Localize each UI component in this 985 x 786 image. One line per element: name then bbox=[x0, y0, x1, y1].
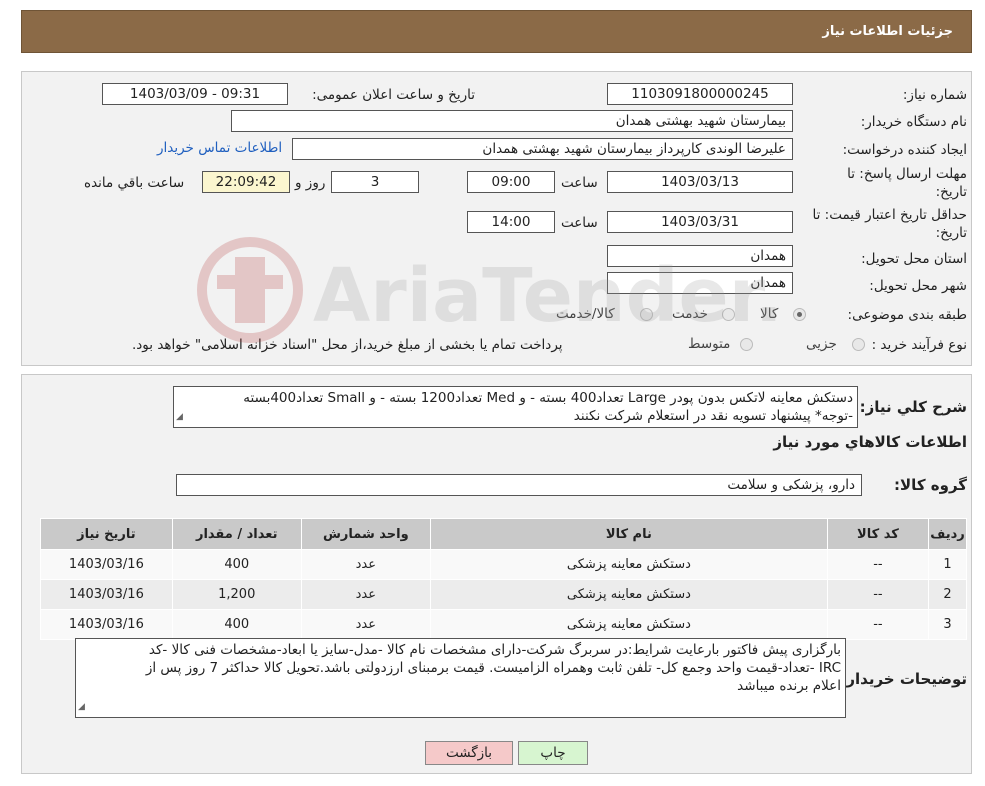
item-code: -- bbox=[826, 579, 930, 610]
item-name: دستکش معاینه پزشکی bbox=[429, 579, 828, 610]
category-label: طبقه بندی موضوعی: bbox=[847, 307, 967, 323]
validity-time-label: ساعت bbox=[561, 215, 598, 231]
item-need-date: 1403/03/16 bbox=[40, 609, 173, 640]
time-remaining-label: ساعت باقي مانده bbox=[84, 175, 185, 191]
col-name: نام کالا bbox=[429, 518, 828, 550]
buyer-notes-label: توضیحات خریدار: bbox=[840, 670, 967, 688]
page-title: جزئیات اطلاعات نیاز bbox=[822, 24, 953, 39]
process-option-medium: متوسط bbox=[688, 336, 731, 352]
table-row: 1 -- دستکش معاینه پزشکی عدد 400 1403/03/… bbox=[40, 549, 967, 580]
buyer-contact-link[interactable]: اطلاعات تماس خریدار bbox=[157, 140, 282, 156]
days-remaining-field: 3 bbox=[331, 171, 419, 193]
item-unit: عدد bbox=[300, 549, 431, 580]
days-label: روز و bbox=[295, 175, 326, 191]
category-option-service: خدمت bbox=[672, 306, 708, 322]
city-label: شهر محل تحویل: bbox=[869, 278, 967, 294]
process-label: نوع فرآیند خرید : bbox=[871, 337, 967, 353]
buyer-notes-line-3: اعلام برنده میباشد bbox=[737, 678, 841, 694]
back-button[interactable]: بازگشت bbox=[425, 741, 513, 765]
resize-grip-icon[interactable]: ◢ bbox=[176, 408, 183, 426]
process-option-minor: جزیی bbox=[806, 336, 837, 352]
validity-label: حداقل تاریخ اعتبار قیمت: تا bbox=[812, 207, 967, 223]
need-number-field: 1103091800000245 bbox=[607, 83, 793, 105]
need-description-label: شرح کلي نياز: bbox=[859, 398, 967, 416]
table-row: 2 -- دستکش معاینه پزشکی عدد 1,200 1403/0… bbox=[40, 579, 967, 610]
col-need-date: تاریخ نیاز bbox=[40, 518, 173, 550]
item-need-date: 1403/03/16 bbox=[40, 549, 173, 580]
need-number-label: شماره نیاز: bbox=[902, 87, 967, 103]
col-row: ردیف bbox=[928, 518, 967, 550]
process-payment-note: پرداخت تمام یا بخشی از مبلغ خرید،از محل … bbox=[132, 337, 563, 353]
goods-table: ردیف کد کالا نام کالا واحد شمارش تعداد /… bbox=[40, 518, 967, 640]
resize-grip-icon[interactable]: ◢ bbox=[78, 698, 85, 716]
creator-field: علیرضا الوندی کارپرداز بیمارستان شهید به… bbox=[292, 138, 793, 160]
buyer-notes-field: بارگزاری پیش فاکتور بارعایت شرایط:در سرب… bbox=[75, 638, 846, 718]
category-radio-goods-service[interactable] bbox=[640, 308, 653, 321]
process-radio-minor[interactable] bbox=[852, 338, 865, 351]
col-code: کد کالا bbox=[826, 518, 930, 550]
item-quantity: 1,200 bbox=[171, 579, 302, 610]
deadline-label: مهلت ارسال پاسخ: تا bbox=[847, 166, 967, 182]
need-description-line-1: دستکش معاینه لاتکس بدون پودر Large تعداد… bbox=[243, 390, 853, 406]
province-field: همدان bbox=[607, 245, 793, 267]
item-quantity: 400 bbox=[171, 609, 302, 640]
print-button[interactable]: چاپ bbox=[518, 741, 588, 765]
category-option-goods-service: کالا/خدمت bbox=[556, 306, 615, 322]
goods-info-title: اطلاعات کالاهاي مورد نياز bbox=[773, 433, 967, 451]
validity-label-date: تاریخ: bbox=[935, 225, 967, 241]
item-name: دستکش معاینه پزشکی bbox=[429, 549, 828, 580]
city-field: همدان bbox=[607, 272, 793, 294]
process-radio-medium[interactable] bbox=[740, 338, 753, 351]
deadline-date-field: 1403/03/13 bbox=[607, 171, 793, 193]
item-code: -- bbox=[826, 609, 930, 640]
item-name: دستکش معاینه پزشکی bbox=[429, 609, 828, 640]
province-label: استان محل تحویل: bbox=[861, 251, 967, 267]
need-description-field: دستکش معاینه لاتکس بدون پودر Large تعداد… bbox=[173, 386, 858, 428]
deadline-time-label: ساعت bbox=[561, 175, 598, 191]
deadline-label-date: تاریخ: bbox=[935, 184, 967, 200]
table-row: 3 -- دستکش معاینه پزشکی عدد 400 1403/03/… bbox=[40, 609, 967, 640]
announce-datetime-field: 1403/03/09 - 09:31 bbox=[102, 83, 288, 105]
buyer-notes-line-1: بارگزاری پیش فاکتور بارعایت شرایط:در سرب… bbox=[148, 642, 841, 658]
goods-table-header: ردیف کد کالا نام کالا واحد شمارش تعداد /… bbox=[40, 518, 967, 550]
buyer-org-field: بیمارستان شهید بهشتی همدان bbox=[231, 110, 793, 132]
item-need-date: 1403/03/16 bbox=[40, 579, 173, 610]
need-description-line-2: -توجه* پیشنهاد تسویه نقد در استعلام شرکت… bbox=[573, 408, 853, 424]
category-option-goods: کالا bbox=[760, 306, 779, 322]
time-remaining-field: 22:09:42 bbox=[202, 171, 290, 193]
item-unit: عدد bbox=[300, 609, 431, 640]
item-unit: عدد bbox=[300, 579, 431, 610]
item-quantity: 400 bbox=[171, 549, 302, 580]
row-index: 1 bbox=[928, 549, 967, 580]
creator-label: ایجاد کننده درخواست: bbox=[842, 142, 967, 158]
category-radio-goods[interactable] bbox=[793, 308, 806, 321]
row-index: 2 bbox=[928, 579, 967, 610]
goods-group-label: گروه کالا: bbox=[894, 476, 967, 494]
col-quantity: تعداد / مقدار bbox=[171, 518, 302, 550]
validity-date-field: 1403/03/31 bbox=[607, 211, 793, 233]
buyer-notes-line-2: IRC -تعداد-قیمت واحد وجمع کل- تلفن ثابت … bbox=[145, 660, 841, 676]
validity-time-field: 14:00 bbox=[467, 211, 555, 233]
announce-label: تاریخ و ساعت اعلان عمومی: bbox=[312, 87, 475, 103]
goods-group-field: دارو، پزشکی و سلامت bbox=[176, 474, 862, 496]
category-radio-service[interactable] bbox=[722, 308, 735, 321]
page-header: جزئیات اطلاعات نیاز bbox=[21, 10, 972, 53]
item-code: -- bbox=[826, 549, 930, 580]
row-index: 3 bbox=[928, 609, 967, 640]
deadline-time-field: 09:00 bbox=[467, 171, 555, 193]
col-unit: واحد شمارش bbox=[300, 518, 431, 550]
buyer-org-label: نام دستگاه خریدار: bbox=[860, 114, 967, 130]
